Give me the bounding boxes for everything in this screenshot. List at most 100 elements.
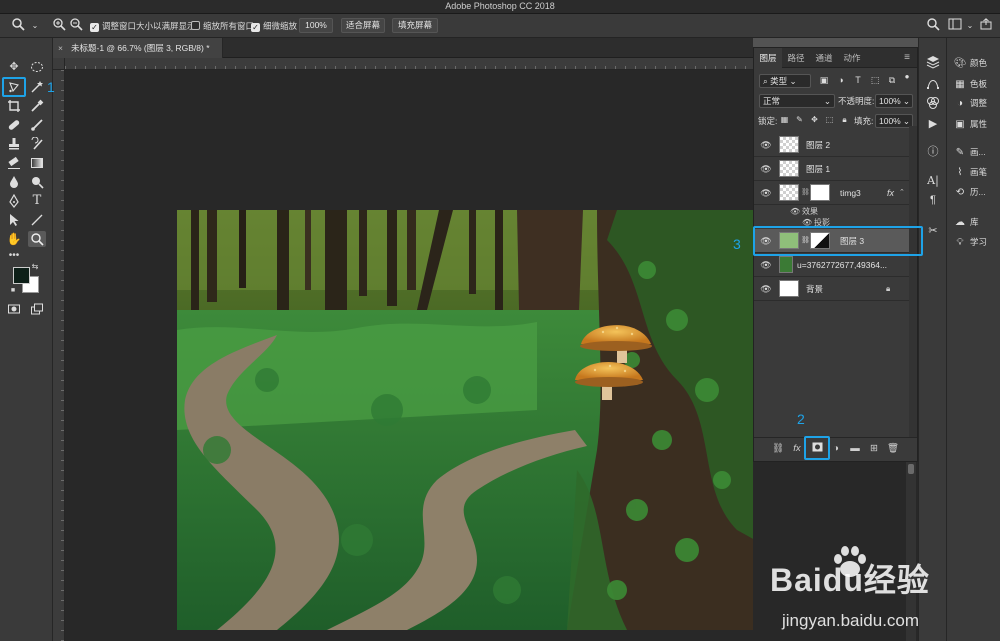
panel-menu-icon[interactable]: ≡	[899, 48, 915, 68]
link-layers-icon[interactable]: ⛓︎	[771, 442, 785, 456]
fill-screen-button[interactable]: 填充屏幕	[392, 18, 438, 33]
filter-adjustment-icon[interactable]: ◑	[834, 73, 848, 87]
info-icon[interactable]: ⓘ	[925, 144, 941, 160]
character-icon[interactable]: A|	[925, 173, 941, 189]
workspace-chevron-icon[interactable]: ⌄	[962, 18, 978, 34]
channels-icon[interactable]	[925, 96, 941, 112]
lock-transparent-icon[interactable]: ▦	[778, 113, 791, 127]
paragraph-icon[interactable]: ¶	[925, 192, 941, 208]
image-canvas[interactable]	[177, 210, 753, 630]
filter-shape-icon[interactable]: ⬚	[868, 73, 882, 87]
foreground-color-swatch-top[interactable]	[13, 267, 30, 284]
panel-color[interactable]: 🎨︎ 颜色	[953, 55, 987, 71]
history-brush-tool-icon[interactable]	[28, 136, 46, 152]
eye-icon[interactable]: 👁︎	[760, 259, 772, 271]
new-group-icon[interactable]: ▬	[848, 442, 862, 456]
fit-screen-button[interactable]: 适合屏幕	[341, 18, 385, 33]
search-icon[interactable]	[925, 18, 941, 34]
zoom-100-button[interactable]: 100%	[299, 18, 333, 33]
link-icon[interactable]: ⛓︎	[801, 188, 810, 196]
filter-type-icon[interactable]: T	[851, 73, 865, 87]
play-actions-icon[interactable]: ▶	[925, 116, 941, 132]
clone-stamp-tool-icon[interactable]	[5, 136, 23, 152]
delete-layer-icon[interactable]: 🗑︎	[886, 442, 900, 456]
magic-wand-tool-icon[interactable]	[28, 79, 46, 95]
workspace-icon[interactable]	[947, 18, 963, 34]
dodge-tool-icon[interactable]	[28, 174, 46, 190]
type-tool-icon[interactable]: T	[28, 193, 46, 209]
eye-icon[interactable]: 👁︎	[760, 139, 772, 151]
lock-position-icon[interactable]: ✥	[808, 113, 821, 127]
zoom-in-icon[interactable]	[51, 18, 67, 34]
panel-swatches[interactable]: ▦ 色板	[953, 76, 987, 92]
eye-icon[interactable]: 👁︎	[760, 163, 772, 175]
tab-paths[interactable]: 路径	[782, 48, 810, 68]
panel-properties[interactable]: ▣ 属性	[953, 116, 987, 132]
panel-brushes[interactable]: ⌇ 画笔	[953, 164, 987, 180]
quick-mask-icon[interactable]	[5, 301, 23, 317]
document-workspace[interactable]	[65, 70, 753, 641]
eraser-tool-icon[interactable]	[5, 155, 23, 171]
zoom-tool-active-icon[interactable]	[28, 231, 46, 247]
tab-actions[interactable]: 动作	[838, 48, 866, 68]
tool-preset-chevron-icon[interactable]: ⌄	[27, 18, 43, 34]
panel-history[interactable]: ⟲ 历...	[953, 184, 986, 200]
document-tab[interactable]: × 未标题-1 @ 66.7% (图层 3, RGB/8) *	[53, 38, 223, 58]
tool-presets-icon[interactable]: ✂	[925, 223, 941, 239]
layer-mask-thumbnail[interactable]	[810, 184, 830, 201]
zoom-out-icon[interactable]	[68, 18, 84, 34]
adjustment-layer-icon[interactable]: ◑	[829, 442, 843, 456]
share-icon[interactable]	[978, 18, 994, 34]
layer-row[interactable]: 👁︎ ⛓︎ timg3 fx ⌃	[754, 181, 909, 205]
scrubby-zoom-checkbox[interactable]: ✓ 细微缩放	[251, 19, 297, 33]
move-tool-icon[interactable]: ✥	[5, 59, 23, 75]
panel-adjustments[interactable]: ◑ 调整	[953, 95, 987, 111]
layer-row[interactable]: 👁︎ u=3762772677,49364...	[754, 253, 909, 277]
add-style-icon[interactable]: fx	[790, 442, 804, 456]
blur-tool-icon[interactable]	[5, 174, 23, 190]
close-tab-icon[interactable]: ×	[58, 38, 63, 58]
eyedropper-tool-icon[interactable]	[28, 98, 46, 114]
layers-scrollbar[interactable]	[909, 126, 917, 438]
panel-learn[interactable]: 💡︎ 学习	[953, 234, 988, 250]
crop-tool-icon[interactable]	[5, 98, 23, 114]
horizontal-ruler[interactable]	[65, 58, 755, 70]
eye-icon[interactable]: 👁︎	[760, 187, 772, 199]
lock-image-icon[interactable]: ✎	[793, 113, 806, 127]
effects-row[interactable]: 👁︎ 效果	[754, 206, 909, 217]
new-layer-icon[interactable]: ⊞	[867, 442, 881, 456]
filter-kind-select[interactable]: ⌕ 类型 ⌄	[759, 74, 811, 88]
default-colors-icon[interactable]: ■	[8, 286, 18, 296]
swap-colors-icon[interactable]: ⇆	[30, 262, 40, 272]
screen-mode-icon[interactable]	[28, 301, 46, 317]
zoom-tool-icon[interactable]	[10, 18, 26, 34]
brush-tool-icon[interactable]	[28, 117, 46, 133]
layers-icon[interactable]	[925, 55, 941, 71]
effect-eye-icon[interactable]: 👁︎	[790, 206, 800, 217]
filter-pixel-icon[interactable]: ▣	[817, 73, 831, 87]
zoom-all-windows-checkbox[interactable]: 缩放所有窗口	[191, 19, 254, 33]
pen-tool-icon[interactable]	[5, 193, 23, 209]
hand-tool-icon[interactable]: ✋	[5, 231, 23, 247]
resize-windows-checkbox[interactable]: ✓ 调整窗口大小以满屏显示	[90, 19, 196, 33]
layer-row[interactable]: 👁︎ 背景 🔒︎	[754, 277, 909, 301]
ruler-origin[interactable]	[53, 58, 65, 70]
blend-mode-select[interactable]: 正常 ⌄	[759, 94, 835, 108]
paths-icon[interactable]	[925, 76, 941, 92]
eye-icon[interactable]: 👁︎	[760, 283, 772, 295]
path-selection-tool-icon[interactable]	[5, 212, 23, 228]
filter-smart-object-icon[interactable]: ⧉	[885, 73, 899, 87]
lock-all-icon[interactable]: 🔒︎	[838, 113, 851, 127]
vertical-ruler[interactable]	[53, 70, 65, 641]
panel-libraries[interactable]: ☁︎ 库	[953, 214, 979, 230]
opacity-input[interactable]: 100% ⌄	[875, 94, 913, 108]
fill-input[interactable]: 100% ⌄	[875, 114, 913, 128]
tab-channels[interactable]: 通道	[810, 48, 838, 68]
line-tool-icon[interactable]	[28, 212, 46, 228]
scrollbar-thumb[interactable]	[908, 464, 914, 474]
layer-row[interactable]: 👁︎ 图层 2	[754, 133, 909, 157]
filter-toggle-icon[interactable]: ●	[901, 71, 913, 83]
chevron-up-icon[interactable]: ⌃	[899, 181, 905, 205]
panel-brush-settings[interactable]: ✎ 画...	[953, 144, 986, 160]
healing-brush-tool-icon[interactable]	[5, 117, 23, 133]
